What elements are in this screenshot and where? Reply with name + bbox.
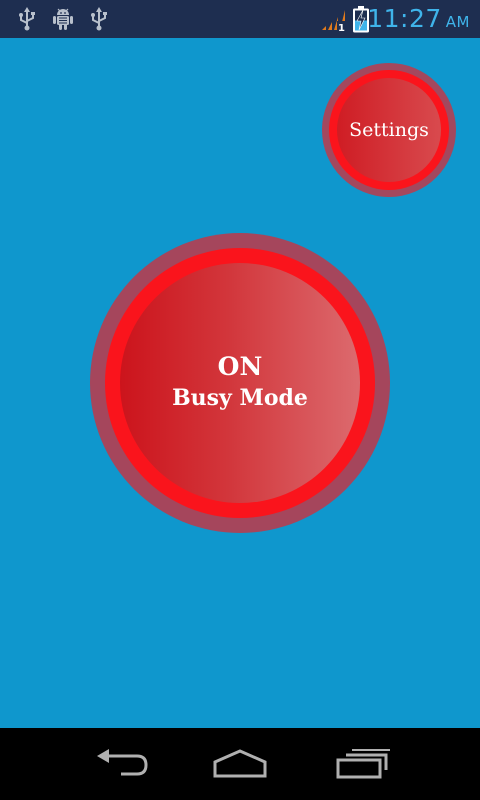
clock-time: 11:27 [367,4,442,33]
home-icon [213,749,267,778]
clock-ampm: AM [445,13,470,31]
status-bar: 1 11:27 AM [0,0,480,38]
main-content: Settings ON Busy Mode [0,38,480,728]
app-screen: 1 11:27 AM Settings ON Busy Mode [0,0,480,800]
busy-mode-toggle-button[interactable]: ON Busy Mode [90,233,390,533]
back-button[interactable] [85,746,155,782]
busy-mode-toggle-face: ON Busy Mode [120,263,360,503]
settings-button-label: Settings [349,119,429,141]
back-icon [97,749,148,776]
recents-icon [336,749,390,779]
settings-button-face: Settings [337,78,441,182]
navigation-bar [0,728,480,800]
signal-badge: 1 [338,23,345,32]
usb-icon [17,7,37,35]
busy-mode-state: ON [217,352,263,381]
usb-icon [89,7,109,35]
status-clock: 11:27 AM [367,3,470,38]
android-debug-icon [52,7,74,35]
settings-button[interactable]: Settings [322,63,456,197]
home-button[interactable] [205,746,275,782]
busy-mode-label: Busy Mode [172,385,308,411]
signal-icon: 1 [320,6,348,36]
recents-button[interactable] [326,746,396,782]
